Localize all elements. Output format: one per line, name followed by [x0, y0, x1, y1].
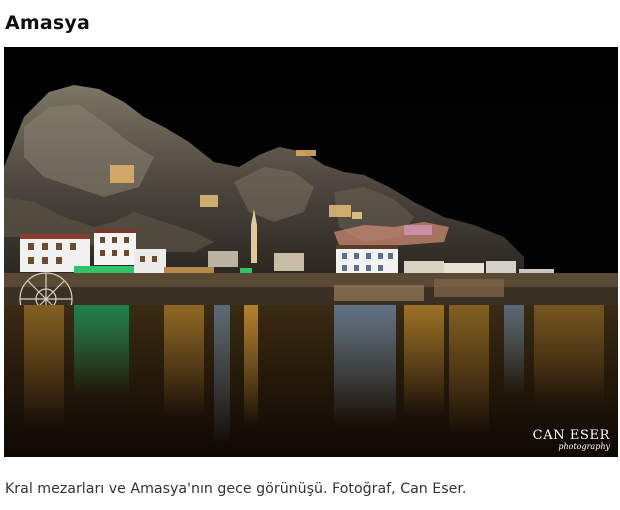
page-title: Amasya	[5, 12, 91, 34]
photo-illustration	[4, 47, 618, 457]
photographer-watermark: CAN ESER photography	[533, 429, 610, 451]
watermark-subtitle: photography	[558, 442, 610, 451]
amasya-night-photo: CAN ESER photography	[4, 47, 618, 457]
watermark-name: CAN ESER	[532, 428, 610, 443]
photo-caption: Kral mezarları ve Amasya'nın gece görünü…	[5, 481, 467, 497]
